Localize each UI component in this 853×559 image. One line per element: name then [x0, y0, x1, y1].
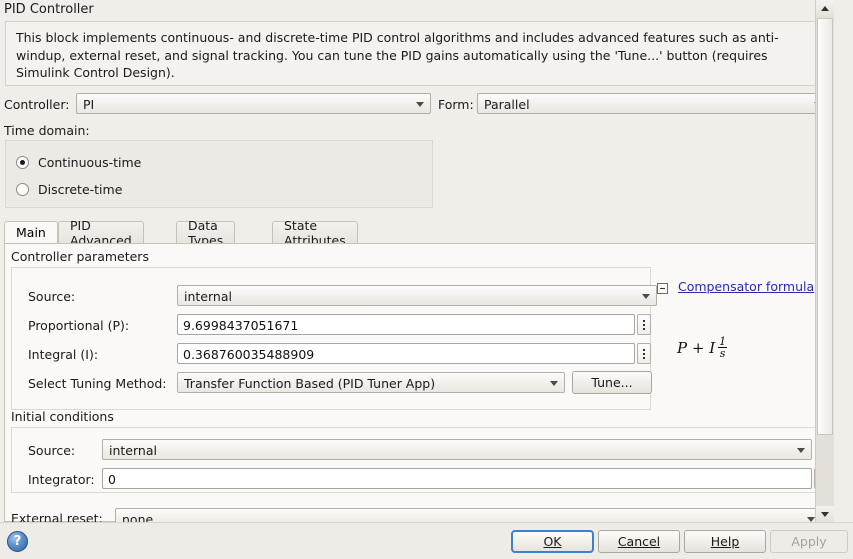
help-button-label: Help	[710, 534, 740, 549]
proportional-label: Proportional (P):	[28, 318, 130, 333]
scroll-down-button[interactable]	[816, 506, 834, 522]
chevron-down-icon	[797, 448, 805, 453]
initial-conditions-label: Initial conditions	[11, 409, 114, 424]
tune-button[interactable]: Tune...	[572, 371, 652, 394]
radio-discrete-time-label: Discrete-time	[38, 182, 123, 197]
tab-panel-main: Controller parameters Source: internal P…	[4, 243, 830, 522]
radio-button-icon	[16, 183, 29, 196]
integral-input[interactable]: 0.368760035488909	[177, 343, 635, 364]
triangle-up-icon	[821, 5, 829, 11]
controller-parameters-group: Source: internal Proportional (P): 9.699…	[11, 267, 657, 410]
fraction-numerator: 1	[719, 335, 727, 348]
chevron-down-icon	[642, 294, 650, 299]
time-domain-label: Time domain:	[4, 123, 90, 138]
dot-icon	[643, 323, 645, 326]
fraction-denominator: s	[717, 347, 728, 360]
radio-continuous-time-label: Continuous-time	[38, 155, 142, 170]
proportional-more-button[interactable]	[637, 314, 651, 335]
compensator-formula-link[interactable]: Compensator formula	[678, 279, 814, 294]
tab-state-attributes[interactable]: State Attributes	[272, 218, 358, 248]
controller-dropdown-value: PI	[83, 97, 95, 112]
integral-label: Integral (I):	[28, 347, 99, 362]
compensator-formula: P + I 1 s	[677, 336, 728, 359]
integrator-input[interactable]: 0	[102, 468, 812, 489]
external-reset-dropdown[interactable]: none	[115, 508, 822, 522]
cp-source-dropdown[interactable]: internal	[177, 285, 657, 306]
form-dropdown[interactable]: Parallel	[477, 93, 829, 114]
ic-source-dropdown[interactable]: internal	[102, 439, 812, 460]
proportional-input[interactable]: 9.6998437051671	[177, 314, 635, 335]
tab-pid-advanced[interactable]: PID Advanced	[58, 218, 144, 248]
controller-parameters-label: Controller parameters	[11, 249, 149, 264]
collapse-minus-icon[interactable]	[657, 283, 668, 294]
form-dropdown-value: Parallel	[484, 97, 530, 112]
tuning-method-value: Transfer Function Based (PID Tuner App)	[184, 376, 436, 391]
apply-button: Apply	[770, 530, 848, 553]
triangle-down-icon	[821, 511, 829, 517]
integrator-label: Integrator:	[28, 472, 95, 487]
scrollbar-thumb[interactable]	[817, 18, 833, 435]
ok-button-label: OK	[543, 534, 562, 549]
controller-label: Controller:	[4, 97, 70, 112]
ok-button[interactable]: OK	[511, 530, 594, 553]
radio-continuous-time[interactable]: Continuous-time	[16, 155, 141, 170]
initial-conditions-group: Source: internal Integrator: 0	[11, 427, 829, 493]
compensator-formula-fraction: 1 s	[717, 336, 728, 359]
time-domain-group: Continuous-time Discrete-time	[5, 140, 433, 208]
cancel-button-label: Cancel	[617, 534, 661, 549]
controller-dropdown[interactable]: PI	[76, 93, 431, 114]
chevron-down-icon	[416, 102, 424, 107]
pid-controller-dialog: PID Controller This block implements con…	[0, 0, 853, 559]
integral-more-button[interactable]	[637, 343, 651, 364]
help-question-icon[interactable]: ?	[7, 531, 28, 552]
block-description: This block implements continuous- and di…	[5, 21, 829, 86]
dot-icon	[643, 356, 645, 359]
dot-icon	[643, 327, 645, 330]
dialog-scroll-content: PID Controller This block implements con…	[0, 0, 834, 522]
form-label: Form:	[438, 97, 474, 112]
external-reset-value: none	[122, 512, 154, 522]
scrollbar-track[interactable]	[816, 16, 834, 506]
dialog-footer: ? OK Cancel Help Apply	[0, 522, 853, 559]
dot-icon	[643, 319, 645, 322]
apply-button-label: Apply	[791, 534, 827, 549]
cancel-button[interactable]: Cancel	[598, 530, 680, 553]
tab-main[interactable]: Main	[4, 221, 58, 243]
dot-icon	[643, 348, 645, 351]
scroll-up-button[interactable]	[816, 0, 834, 16]
page-title: PID Controller	[4, 2, 94, 17]
radio-discrete-time[interactable]: Discrete-time	[16, 182, 122, 197]
vertical-scrollbar[interactable]	[815, 0, 834, 522]
cp-source-value: internal	[184, 289, 232, 304]
tuning-method-dropdown[interactable]: Transfer Function Based (PID Tuner App)	[177, 372, 565, 393]
ic-source-label: Source:	[28, 443, 76, 458]
tab-data-types[interactable]: Data Types	[176, 218, 236, 248]
cp-source-label: Source:	[28, 289, 76, 304]
ic-source-value: internal	[109, 443, 157, 458]
external-reset-label: External reset:	[11, 511, 103, 522]
chevron-down-icon	[550, 381, 558, 386]
tuning-method-label: Select Tuning Method:	[28, 376, 167, 391]
compensator-formula-expression: P + I	[677, 338, 716, 357]
help-button[interactable]: Help	[684, 530, 766, 553]
dot-icon	[643, 352, 645, 355]
radio-button-icon	[16, 156, 29, 169]
